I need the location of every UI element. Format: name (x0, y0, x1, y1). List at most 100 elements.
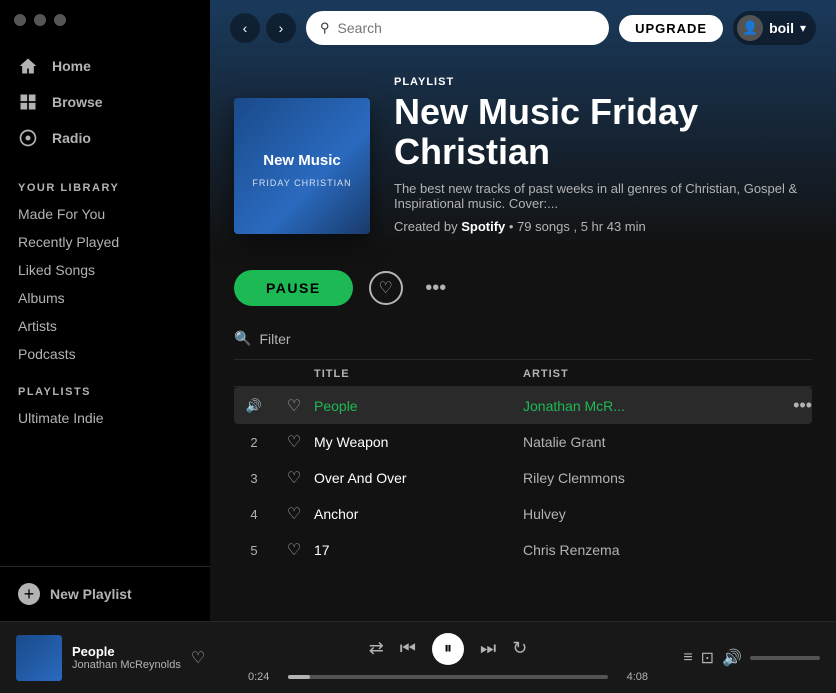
chevron-down-icon: ▾ (800, 21, 806, 35)
window-dot-yellow[interactable] (34, 14, 46, 26)
track-number: 2 (234, 435, 274, 450)
track-heart-button[interactable]: ♡ (274, 432, 314, 452)
volume-button[interactable]: 🔊 (722, 648, 742, 668)
col-title: TITLE (314, 368, 523, 380)
sidebar-item-artists[interactable]: Artists (0, 312, 210, 340)
home-icon (18, 56, 38, 76)
playlist-type-label: PLAYLIST (394, 76, 812, 88)
queue-button[interactable]: ≡ (683, 649, 692, 667)
forward-button[interactable]: › (266, 13, 296, 43)
progress-track[interactable] (288, 675, 608, 679)
player-thumb (16, 635, 62, 681)
device-button[interactable]: ⊡ (701, 648, 714, 668)
user-menu[interactable]: 👤 boil ▾ (733, 11, 816, 45)
library-section-title: YOUR LIBRARY (0, 164, 210, 200)
track-number: 4 (234, 507, 274, 522)
repeat-button[interactable]: ↻ (512, 638, 527, 659)
track-number: 3 (234, 471, 274, 486)
track-list-header: TITLE ARTIST (234, 360, 812, 387)
player-right-controls: ≡ ⊡ 🔊 (660, 648, 820, 668)
player-song-name: People (72, 644, 181, 659)
song-count: 79 songs (517, 219, 570, 234)
current-time: 0:24 (248, 671, 280, 683)
user-name: boil (769, 20, 794, 36)
track-artist: Natalie Grant (523, 434, 732, 450)
player-track-info: People Jonathan McReynolds ♡ (16, 635, 236, 681)
sidebar-item-made-for-you[interactable]: Made For You (0, 200, 210, 228)
player-bar: People Jonathan McReynolds ♡ ⇄ ⏮ ⏸ ⏭ ↻ 0… (0, 621, 836, 693)
main-content: ‹ › ⚲ UPGRADE 👤 boil ▾ New Music (210, 0, 836, 621)
track-heart-button[interactable]: ♡ (274, 504, 314, 524)
sidebar-playlist-ultimate-indie[interactable]: Ultimate Indie (0, 404, 210, 432)
filter-bar: 🔍 Filter (234, 322, 812, 360)
more-options-button[interactable]: ••• (419, 271, 453, 305)
player-buttons: ⇄ ⏮ ⏸ ⏭ ↻ (369, 633, 528, 665)
sidebar-item-recently-played[interactable]: Recently Played (0, 228, 210, 256)
player-heart-button[interactable]: ♡ (191, 648, 205, 668)
track-number: 🔊 (234, 398, 274, 414)
previous-button[interactable]: ⏮ (400, 638, 416, 659)
browse-icon (18, 92, 38, 112)
titlebar (0, 0, 210, 40)
cover-title: New Music (255, 144, 349, 178)
new-playlist-label: New Playlist (50, 586, 132, 602)
main-nav: Home Browse Radio (0, 40, 210, 164)
track-title: Over And Over (314, 470, 523, 486)
track-more-button[interactable]: ••• (732, 395, 812, 416)
like-playlist-button[interactable]: ♡ (369, 271, 403, 305)
playlists-section-title: PLAYLISTS (0, 368, 210, 404)
col-more (732, 368, 812, 380)
meta-separator2: , (573, 219, 580, 234)
playlist-title: New Music Friday Christian (394, 92, 812, 171)
track-title: People (314, 398, 523, 414)
player-controls: ⇄ ⏮ ⏸ ⏭ ↻ 0:24 4:08 (248, 633, 648, 683)
track-row[interactable]: 4 ♡ Anchor Hulvey (234, 496, 812, 532)
sidebar-item-home[interactable]: Home (0, 48, 210, 84)
track-rows: 🔊 ♡ People Jonathan McR... ••• 2 ♡ My We… (234, 387, 812, 568)
track-row[interactable]: 🔊 ♡ People Jonathan McR... ••• (234, 387, 812, 424)
creator-name: Spotify (461, 219, 505, 234)
library-items: Made For You Recently Played Liked Songs… (0, 200, 210, 368)
sidebar-item-podcasts[interactable]: Podcasts (0, 340, 210, 368)
sidebar-item-browse[interactable]: Browse (0, 84, 210, 120)
track-row[interactable]: 5 ♡ 17 Chris Renzema (234, 532, 812, 568)
track-heart-button[interactable]: ♡ (274, 540, 314, 560)
new-playlist-button[interactable]: + New Playlist (18, 583, 192, 605)
next-button[interactable]: ⏭ (480, 638, 496, 659)
track-heart-button[interactable]: ♡ (274, 468, 314, 488)
track-title: Anchor (314, 506, 523, 522)
volume-bar[interactable] (750, 656, 820, 660)
back-button[interactable]: ‹ (230, 13, 260, 43)
sidebar-item-browse-label: Browse (52, 94, 103, 110)
cover-subtitle: FRIDAY CHRISTIAN (252, 178, 351, 188)
window-dot-red[interactable] (14, 14, 26, 26)
nav-arrows: ‹ › (230, 13, 296, 43)
radio-icon (18, 128, 38, 148)
total-time: 4:08 (616, 671, 648, 683)
play-pause-button[interactable]: ⏸ (432, 633, 464, 665)
meta-separator: • (509, 219, 517, 234)
playlist-info: PLAYLIST New Music Friday Christian The … (394, 76, 812, 234)
track-row[interactable]: 3 ♡ Over And Over Riley Clemmons (234, 460, 812, 496)
created-by-label: Created by (394, 219, 458, 234)
playlist-meta: Created by Spotify • 79 songs , 5 hr 43 … (394, 219, 812, 234)
track-heart-button[interactable]: ♡ (274, 396, 314, 416)
sidebar-bottom: + New Playlist (0, 566, 210, 621)
sidebar: Home Browse Radio YOUR LIBRARY Made For … (0, 0, 210, 621)
user-avatar: 👤 (737, 15, 763, 41)
window-dot-green[interactable] (54, 14, 66, 26)
sidebar-item-radio[interactable]: Radio (0, 120, 210, 156)
track-row[interactable]: 2 ♡ My Weapon Natalie Grant (234, 424, 812, 460)
sidebar-item-liked-songs[interactable]: Liked Songs (0, 256, 210, 284)
shuffle-button[interactable]: ⇄ (369, 638, 384, 659)
progress-fill (288, 675, 310, 679)
col-heart (274, 368, 314, 380)
upgrade-button[interactable]: UPGRADE (619, 15, 723, 42)
pause-button[interactable]: PAUSE (234, 270, 353, 306)
search-input[interactable] (338, 20, 596, 36)
player-song-details: People Jonathan McReynolds (72, 644, 181, 671)
search-bar[interactable]: ⚲ (306, 11, 609, 45)
sidebar-item-albums[interactable]: Albums (0, 284, 210, 312)
track-title: 17 (314, 542, 523, 558)
track-list-container[interactable]: 🔍 Filter TITLE ARTIST 🔊 ♡ People Jonatha… (210, 322, 836, 621)
